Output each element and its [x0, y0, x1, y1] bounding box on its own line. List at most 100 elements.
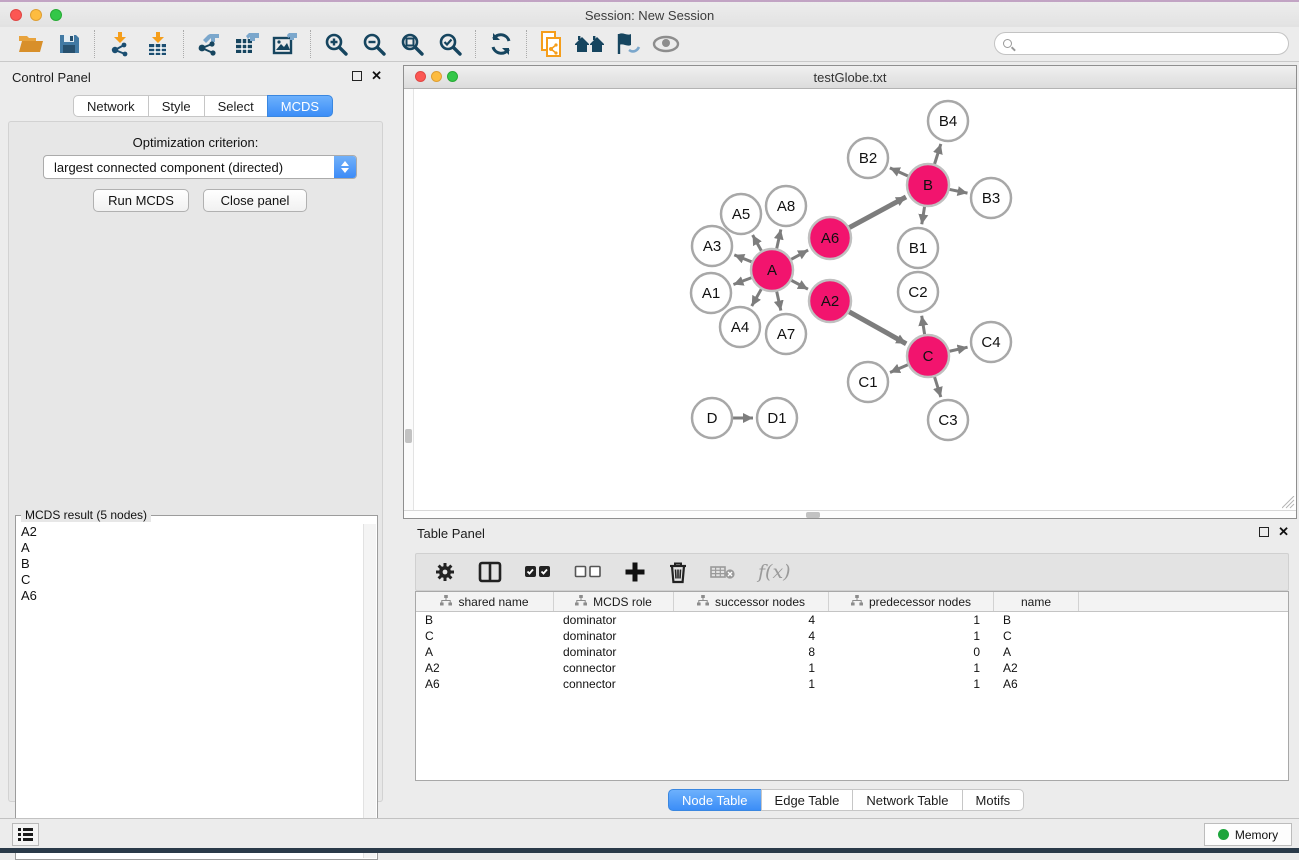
- select-all-icon[interactable]: [524, 558, 552, 586]
- graph-node-A[interactable]: A: [751, 249, 793, 291]
- network-horizontal-scrollbar[interactable]: [404, 510, 1296, 518]
- tab-network[interactable]: Network: [73, 95, 149, 117]
- tab-style[interactable]: Style: [148, 95, 205, 117]
- tab-edge-table[interactable]: Edge Table: [761, 789, 854, 811]
- delete-column-icon[interactable]: [668, 558, 688, 586]
- graph-node-C4[interactable]: C4: [971, 322, 1011, 362]
- graph-node-A4[interactable]: A4: [720, 307, 760, 347]
- table-row[interactable]: Cdominator41C: [416, 628, 1288, 644]
- tab-node-table[interactable]: Node Table: [668, 789, 762, 811]
- refresh-icon[interactable]: [482, 28, 520, 60]
- result-item[interactable]: A6: [17, 588, 363, 604]
- tab-select[interactable]: Select: [204, 95, 268, 117]
- graph-node-A7[interactable]: A7: [766, 314, 806, 354]
- edge-B-B3[interactable]: [950, 189, 968, 193]
- edge-A-A4[interactable]: [752, 289, 761, 306]
- table-cell[interactable]: dominator: [554, 644, 674, 660]
- graph-node-C1[interactable]: C1: [848, 362, 888, 402]
- table-cell[interactable]: 4: [674, 628, 829, 644]
- graph-node-A1[interactable]: A1: [691, 273, 731, 313]
- zoom-selected-icon[interactable]: [431, 28, 469, 60]
- edge-A-A6[interactable]: [791, 250, 808, 259]
- edge-C-C3[interactable]: [935, 377, 941, 397]
- open-session-icon[interactable]: [12, 28, 50, 60]
- edge-C-C2[interactable]: [922, 316, 925, 335]
- column-header-successor-nodes[interactable]: successor nodes: [674, 592, 829, 611]
- graph-node-C3[interactable]: C3: [928, 400, 968, 440]
- graph-node-B2[interactable]: B2: [848, 138, 888, 178]
- table-row[interactable]: A6connector11A6: [416, 676, 1288, 692]
- edge-A2-C[interactable]: [849, 312, 906, 344]
- table-cell[interactable]: 1: [829, 612, 994, 628]
- edge-A-A2[interactable]: [791, 280, 808, 289]
- table-cell[interactable]: connector: [554, 676, 674, 692]
- edge-A-A5[interactable]: [753, 235, 762, 251]
- flag-icon[interactable]: [609, 28, 647, 60]
- table-cell[interactable]: 0: [829, 644, 994, 660]
- table-cell[interactable]: 1: [829, 676, 994, 692]
- zoom-in-icon[interactable]: [317, 28, 355, 60]
- table-cell[interactable]: A: [416, 644, 554, 660]
- table-row[interactable]: A2connector11A2: [416, 660, 1288, 676]
- edge-A-A1[interactable]: [733, 278, 751, 285]
- criterion-dropdown[interactable]: largest connected component (directed): [43, 155, 357, 179]
- memory-button[interactable]: Memory: [1204, 823, 1292, 846]
- table-cell[interactable]: 8: [674, 644, 829, 660]
- table-cell[interactable]: connector: [554, 660, 674, 676]
- table-cell[interactable]: C: [416, 628, 554, 644]
- graph-node-D1[interactable]: D1: [757, 398, 797, 438]
- edge-C-C1[interactable]: [890, 365, 908, 373]
- clone-network-icon[interactable]: [533, 28, 571, 60]
- edge-A-A3[interactable]: [734, 255, 751, 262]
- result-item[interactable]: C: [17, 572, 363, 588]
- deselect-all-icon[interactable]: [574, 558, 602, 586]
- graph-node-D[interactable]: D: [692, 398, 732, 438]
- table-cell[interactable]: A6: [416, 676, 554, 692]
- edge-C-C4[interactable]: [949, 347, 967, 351]
- graph-node-A2[interactable]: A2: [809, 280, 851, 322]
- graph-node-B1[interactable]: B1: [898, 228, 938, 268]
- result-item[interactable]: A: [17, 540, 363, 556]
- result-scrollbar[interactable]: [363, 524, 376, 858]
- network-vertical-scrollbar[interactable]: [404, 89, 414, 510]
- table-cell[interactable]: 1: [674, 660, 829, 676]
- add-column-icon[interactable]: [624, 558, 646, 586]
- table-cell[interactable]: C: [994, 628, 1079, 644]
- graph-node-B[interactable]: B: [907, 164, 949, 206]
- close-panel-button[interactable]: Close panel: [203, 189, 307, 212]
- search-input[interactable]: [1012, 35, 1288, 53]
- result-item[interactable]: B: [17, 556, 363, 572]
- save-session-icon[interactable]: [50, 28, 88, 60]
- result-item[interactable]: A2: [17, 524, 363, 540]
- table-cell[interactable]: B: [416, 612, 554, 628]
- graph-node-C[interactable]: C: [907, 335, 949, 377]
- graph-node-B4[interactable]: B4: [928, 101, 968, 141]
- import-network-icon[interactable]: [101, 28, 139, 60]
- edge-A-A8[interactable]: [777, 229, 781, 248]
- table-row[interactable]: Adominator80A: [416, 644, 1288, 660]
- eye-icon[interactable]: [647, 28, 685, 60]
- export-table-icon[interactable]: [228, 28, 266, 60]
- graph-node-C2[interactable]: C2: [898, 272, 938, 312]
- graph-node-A5[interactable]: A5: [721, 194, 761, 234]
- table-cell[interactable]: A2: [416, 660, 554, 676]
- float-panel-icon[interactable]: [352, 71, 362, 81]
- zoom-out-icon[interactable]: [355, 28, 393, 60]
- table-close-panel-icon[interactable]: ✕: [1278, 526, 1289, 537]
- table-cell[interactable]: dominator: [554, 612, 674, 628]
- run-mcds-button[interactable]: Run MCDS: [93, 189, 189, 212]
- import-table-icon[interactable]: [139, 28, 177, 60]
- close-panel-icon[interactable]: ✕: [371, 70, 382, 81]
- graph-node-A3[interactable]: A3: [692, 226, 732, 266]
- column-layout-icon[interactable]: [478, 558, 502, 586]
- table-cell[interactable]: A2: [994, 660, 1079, 676]
- edge-B-B2[interactable]: [890, 168, 908, 176]
- table-row[interactable]: Bdominator41B: [416, 612, 1288, 628]
- task-history-button[interactable]: [12, 823, 39, 846]
- horizontal-scroll-thumb[interactable]: [806, 512, 820, 518]
- table-float-panel-icon[interactable]: [1259, 527, 1269, 537]
- table-cell[interactable]: A: [994, 644, 1079, 660]
- table-cell[interactable]: B: [994, 612, 1079, 628]
- export-image-icon[interactable]: [266, 28, 304, 60]
- table-cell[interactable]: 1: [829, 660, 994, 676]
